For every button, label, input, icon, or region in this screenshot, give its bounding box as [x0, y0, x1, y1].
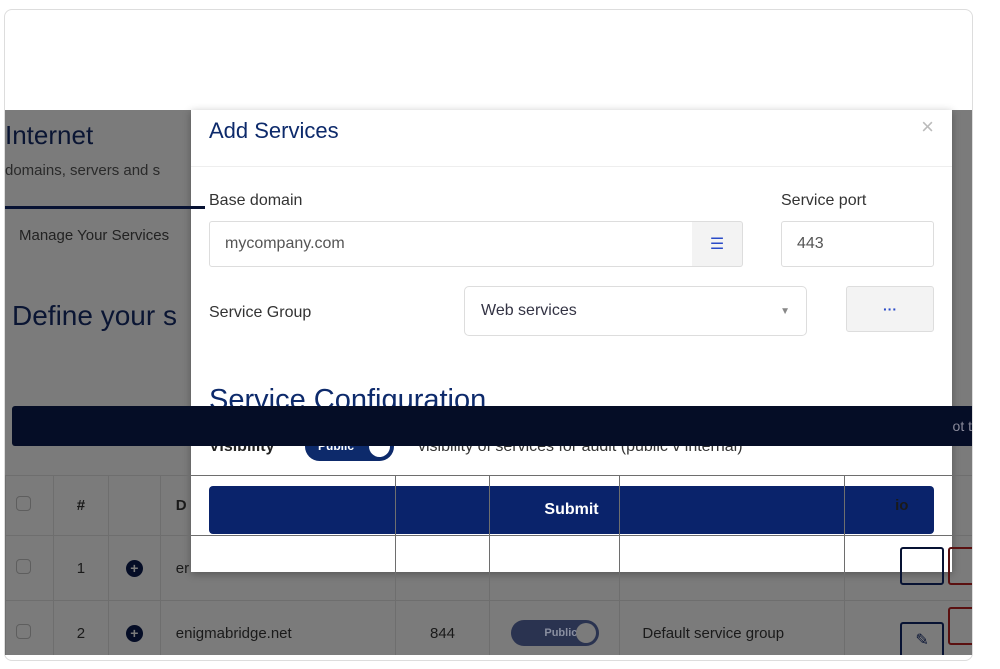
edit-button[interactable]: ✎: [900, 621, 945, 655]
table-row: 1 + er: [5, 535, 972, 601]
row-domain: enigmabridge.net: [159, 600, 396, 655]
page-subtitle: domains, servers and s: [5, 162, 161, 179]
background-content: Internet domains, servers and s Manage Y…: [5, 110, 972, 655]
row-num: 2: [52, 600, 109, 655]
select-all-checkbox[interactable]: [16, 496, 31, 511]
header-domain: D: [159, 475, 396, 536]
delete-button[interactable]: [948, 547, 972, 585]
header-actions: io: [844, 475, 972, 536]
row-checkbox[interactable]: [16, 623, 31, 639]
page-title: Internet: [5, 120, 94, 150]
background-page: Internet domains, servers and s Manage Y…: [5, 110, 972, 655]
services-table: # D io 1 + er 2 + enigmabridge.net 844 P…: [5, 475, 972, 655]
tab-manage-services[interactable]: Manage Your Services: [19, 227, 169, 244]
table-header: # D io: [5, 475, 972, 536]
edit-button[interactable]: [900, 547, 945, 585]
expand-icon[interactable]: +: [125, 624, 143, 642]
tab-underline: [5, 206, 205, 209]
expand-icon[interactable]: +: [125, 559, 143, 577]
row-port: 844: [394, 600, 491, 655]
header-num: #: [52, 475, 109, 536]
row-num: 1: [52, 535, 109, 601]
action-bar-text: ot t: [952, 418, 972, 434]
row-domain: er: [159, 535, 396, 601]
delete-button[interactable]: [948, 606, 972, 645]
section-title: Define your s: [12, 300, 177, 331]
row-group: Default service group: [619, 600, 846, 655]
table-row: 2 + enigmabridge.net 844 Public Default …: [5, 600, 972, 655]
pencil-icon: ✎: [915, 631, 929, 649]
action-bar[interactable]: ot t: [12, 406, 972, 446]
row-checkbox[interactable]: [16, 558, 31, 574]
visibility-toggle[interactable]: Public: [510, 620, 599, 646]
